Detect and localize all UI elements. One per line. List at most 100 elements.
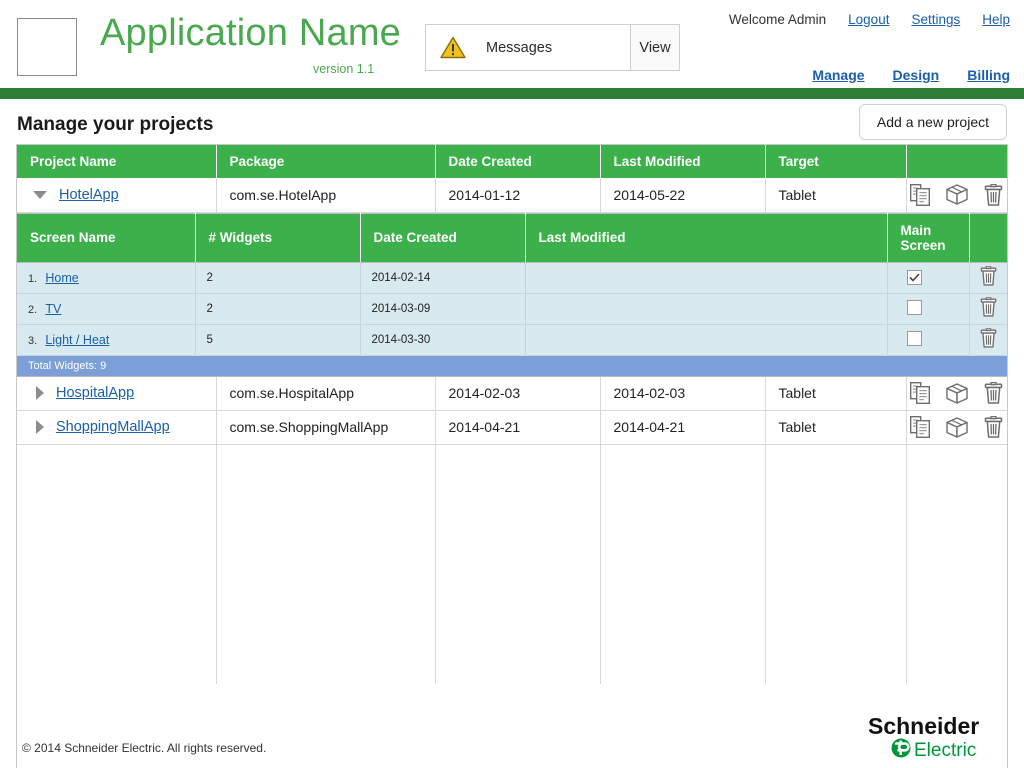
brand-bottom-text: Electric [914, 740, 976, 760]
top-header: Application Name version 1.1 Messages Vi… [0, 0, 1024, 88]
project-package-cell: com.se.HospitalApp [216, 376, 436, 411]
messages-area[interactable]: Messages [426, 25, 630, 70]
logout-link[interactable]: Logout [848, 12, 889, 27]
settings-link[interactable]: Settings [911, 12, 960, 27]
welcome-text: Welcome Admin [728, 12, 827, 27]
screen-actions-cell [969, 324, 1007, 356]
list-item[interactable]: 3. Light / Heat 5 2014-03-30 [17, 324, 1007, 356]
project-name-cell: ShoppingMallApp [17, 410, 217, 445]
project-target-cell: Tablet [765, 178, 907, 213]
copy-pages-icon[interactable] [910, 416, 931, 438]
project-package-cell: com.se.HotelApp [216, 178, 436, 213]
page-footer: © 2014 Schneider Electric. All rights re… [0, 706, 1024, 768]
project-link[interactable]: ShoppingMallApp [56, 419, 170, 435]
project-target-cell: Tablet [765, 410, 907, 445]
total-widgets-row: Total Widgets: 9 [17, 355, 1007, 376]
primary-nav: Manage Design Billing [812, 67, 1010, 83]
list-item[interactable]: 2. TV 2 2014-03-09 [17, 293, 1007, 325]
package-box-icon[interactable] [946, 184, 968, 205]
list-item[interactable]: 1. Home 2 2014-02-14 [17, 262, 1007, 294]
screen-link[interactable]: Home [45, 271, 78, 285]
messages-view-button[interactable]: View [630, 25, 679, 70]
trash-icon[interactable] [984, 183, 1003, 206]
brand-mark-icon [891, 738, 911, 758]
main-screen-checkbox[interactable] [906, 330, 922, 346]
project-link[interactable]: HotelApp [59, 187, 119, 203]
screen-widgets-cell: 5 [195, 324, 361, 356]
projects-table-body: HotelApp com.se.HotelApp 2014-01-12 2014… [17, 178, 1007, 684]
main-screen-checkbox[interactable] [906, 270, 922, 285]
screen-widgets-cell: 2 [195, 293, 361, 325]
copy-pages-icon[interactable] [910, 183, 931, 206]
screen-link[interactable]: Light / Heat [45, 333, 109, 347]
account-links: Welcome Admin Logout Settings Help [729, 12, 1010, 27]
screen-link[interactable]: TV [45, 302, 61, 316]
projects-table-container: Project Name Package Date Created Last M… [16, 144, 1008, 768]
table-row[interactable]: ShoppingMallApp com.se.ShoppingMallApp 2… [17, 410, 1007, 445]
empty-table-area [17, 444, 1007, 684]
scol-actions [969, 212, 1007, 263]
app-logo-placeholder [17, 18, 77, 76]
copyright-text: © 2014 Schneider Electric. All rights re… [22, 741, 267, 755]
package-box-icon[interactable] [946, 416, 968, 438]
project-actions-cell [906, 410, 1007, 445]
collapse-triangle-icon[interactable] [33, 190, 47, 199]
screen-main-cell [887, 262, 970, 294]
screens-table-body: 1. Home 2 2014-02-14 2. TV 2 2014-03-09 … [17, 262, 1007, 376]
screen-index: 1. [28, 272, 38, 285]
trash-icon[interactable] [980, 328, 997, 351]
expand-triangle-icon[interactable] [36, 386, 44, 400]
trash-icon[interactable] [984, 416, 1003, 438]
expand-triangle-icon[interactable] [36, 420, 44, 434]
schneider-electric-logo: Schneider Electric [868, 713, 979, 760]
screens-subtable-cell: Screen Name # Widgets Date Created Last … [17, 212, 1007, 377]
nav-design[interactable]: Design [893, 67, 940, 83]
trash-icon[interactable] [980, 266, 997, 289]
projects-header-row: Project Name Package Date Created Last M… [17, 145, 1007, 178]
screens-subtable-row: Screen Name # Widgets Date Created Last … [17, 212, 1007, 377]
screen-date-created-cell: 2014-03-09 [360, 293, 526, 325]
nav-billing[interactable]: Billing [967, 67, 1010, 83]
scol-date-created: Date Created [360, 212, 526, 263]
messages-widget: Messages View [425, 24, 680, 71]
project-target-cell: Tablet [765, 376, 907, 411]
screens-table: Screen Name # Widgets Date Created Last … [17, 212, 1007, 376]
project-date-created-cell: 2014-02-03 [435, 376, 601, 411]
header-accent-bar [0, 88, 1024, 99]
project-actions-cell [906, 178, 1007, 213]
package-box-icon[interactable] [946, 382, 968, 404]
screen-date-created-cell: 2014-03-30 [360, 324, 526, 356]
scol-screen-name: Screen Name [17, 212, 196, 263]
screen-index: 3. [28, 334, 38, 347]
total-widgets-label: Total Widgets: 9 [17, 355, 1007, 376]
project-last-modified-cell: 2014-05-22 [600, 178, 766, 213]
table-row[interactable]: HotelApp com.se.HotelApp 2014-01-12 2014… [17, 178, 1007, 213]
app-version: version 1.1 [313, 62, 375, 76]
screen-actions-cell [969, 293, 1007, 325]
trash-icon[interactable] [980, 297, 997, 320]
screen-last-modified-cell [525, 293, 888, 325]
project-link[interactable]: HospitalApp [56, 385, 134, 401]
main-screen-checkbox[interactable] [906, 299, 922, 315]
screen-actions-cell [969, 262, 1007, 294]
col-package: Package [216, 145, 436, 178]
screens-table-head: Screen Name # Widgets Date Created Last … [17, 212, 1007, 263]
brand-top-text: Schneider [868, 713, 979, 739]
scol-widgets: # Widgets [195, 212, 361, 263]
table-row[interactable]: HospitalApp com.se.HospitalApp 2014-02-0… [17, 376, 1007, 411]
help-link[interactable]: Help [982, 12, 1010, 27]
add-new-project-button[interactable]: Add a new project [858, 104, 1007, 140]
col-date-created: Date Created [435, 145, 601, 178]
screen-main-cell [887, 324, 970, 356]
project-package-cell: com.se.ShoppingMallApp [216, 410, 436, 445]
projects-table-head: Project Name Package Date Created Last M… [17, 145, 1007, 178]
col-last-modified: Last Modified [600, 145, 766, 178]
nav-manage[interactable]: Manage [812, 67, 864, 83]
project-actions-cell [906, 376, 1007, 411]
warning-triangle-icon [440, 36, 466, 59]
copy-pages-icon[interactable] [910, 382, 931, 404]
trash-icon[interactable] [984, 382, 1003, 404]
projects-table: Project Name Package Date Created Last M… [17, 145, 1007, 684]
screen-name-cell: 2. TV [17, 293, 196, 325]
app-title: Application Name [100, 12, 402, 54]
